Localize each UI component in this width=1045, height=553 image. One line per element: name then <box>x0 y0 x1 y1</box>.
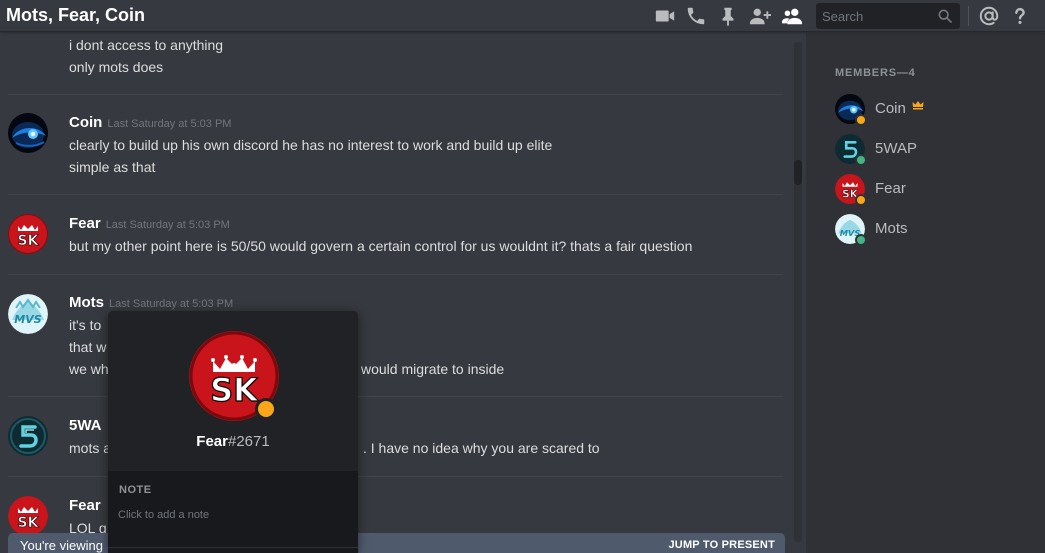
message-timestamp: Last Saturday at 5:03 PM <box>105 219 230 231</box>
avatar-mots[interactable]: MVS <box>8 294 48 334</box>
message-text: but my other point here is 50/50 would g… <box>69 238 693 254</box>
add-friend-icon[interactable] <box>749 5 771 27</box>
phone-icon[interactable] <box>685 5 707 27</box>
svg-text:SK: SK <box>210 371 259 409</box>
avatar-fear[interactable]: SK <box>8 496 48 536</box>
popout-discriminator: #2671 <box>227 433 270 450</box>
channel-title: Mots, Fear, Coin <box>6 5 146 25</box>
help-icon[interactable] <box>1009 5 1031 27</box>
viewing-older-notice: You're viewing <box>20 538 103 553</box>
message-author[interactable]: 5WA <box>69 417 102 434</box>
message-group: SK Fear Last Saturday at 5:03 PM but my o… <box>8 214 783 264</box>
message-text: mots a <box>69 440 112 456</box>
message-timestamp: Last Saturday at 5:03 PM <box>109 298 234 310</box>
status-online-indicator <box>855 234 867 246</box>
status-idle-indicator <box>255 398 277 420</box>
member-item-coin[interactable]: Coin <box>835 94 1035 126</box>
chat-scrollbar-track[interactable] <box>794 42 802 542</box>
message-text: it's to <box>69 317 102 333</box>
status-online-indicator <box>855 154 867 166</box>
members-header: MEMBERS—4 <box>835 67 916 79</box>
chat-scrollbar-thumb[interactable] <box>794 160 802 185</box>
note-input[interactable] <box>118 506 346 524</box>
popout-header: SK Fear#2671 <box>108 311 358 471</box>
svg-text:SK: SK <box>18 515 40 531</box>
message-text: only mots does <box>69 59 164 75</box>
message-text: i dont access to anything <box>69 37 224 53</box>
note-label: NOTE <box>119 484 152 496</box>
member-name: 5WAP <box>875 140 917 157</box>
search-input[interactable] <box>822 7 932 25</box>
search-icon[interactable] <box>937 8 953 24</box>
header-divider <box>968 6 969 26</box>
message-divider <box>8 194 783 195</box>
message-text: we wh <box>69 361 109 377</box>
message-author[interactable]: Mots Last Saturday at 5:03 PM <box>69 294 233 311</box>
message-text: that w <box>69 339 107 355</box>
member-item-mots[interactable]: MVS Mots <box>835 214 1035 246</box>
jump-to-present-button[interactable]: JUMP TO PRESENT <box>668 539 775 551</box>
status-idle-indicator <box>855 194 867 206</box>
member-name: Fear <box>875 180 906 197</box>
pin-icon[interactable] <box>717 5 739 27</box>
avatar-5wap[interactable] <box>8 416 48 456</box>
message-text: would migrate to inside <box>361 361 505 377</box>
svg-text:MVS: MVS <box>14 313 41 326</box>
message-divider <box>8 274 783 275</box>
member-name: Coin <box>875 100 906 117</box>
video-camera-icon[interactable] <box>654 5 676 27</box>
member-item-fear[interactable]: SK Fear <box>835 174 1035 206</box>
svg-text:SK: SK <box>18 233 40 249</box>
crown-icon <box>912 100 924 110</box>
message-group: i dont access to anything only mots does <box>8 33 783 93</box>
status-idle-indicator <box>855 114 867 126</box>
mention-icon[interactable] <box>978 5 1000 27</box>
message-text: . I have no idea why you are scared to <box>363 440 600 456</box>
avatar-fear[interactable]: SK <box>8 214 48 254</box>
members-sidebar: MEMBERS—4 Coin 5WAP SK Fear MVS Mots <box>806 33 1045 553</box>
member-name: Mots <box>875 220 908 237</box>
message-divider <box>8 94 783 95</box>
user-profile-popout[interactable]: SK Fear#2671 NOTE <box>108 311 358 553</box>
message-author[interactable]: Coin Last Saturday at 5:03 PM <box>69 114 231 131</box>
member-item-5wap[interactable]: 5WAP <box>835 134 1035 166</box>
members-icon[interactable] <box>781 5 803 27</box>
popout-username[interactable]: Fear#2671 <box>108 433 358 450</box>
message-author[interactable]: Fear Last Saturday at 5:03 PM <box>69 215 230 232</box>
message-group: Coin Last Saturday at 5:03 PM clearly to … <box>8 113 783 183</box>
search-box[interactable] <box>816 3 960 29</box>
message-text: simple as that <box>69 159 156 175</box>
channel-header: Mots, Fear, Coin <box>0 0 1045 32</box>
message-timestamp: Last Saturday at 5:03 PM <box>107 118 232 130</box>
message-author[interactable]: Fear <box>69 497 101 514</box>
popout-divider <box>108 547 358 548</box>
avatar-coin[interactable] <box>8 113 48 153</box>
message-text: clearly to build up his own discord he h… <box>69 137 553 153</box>
